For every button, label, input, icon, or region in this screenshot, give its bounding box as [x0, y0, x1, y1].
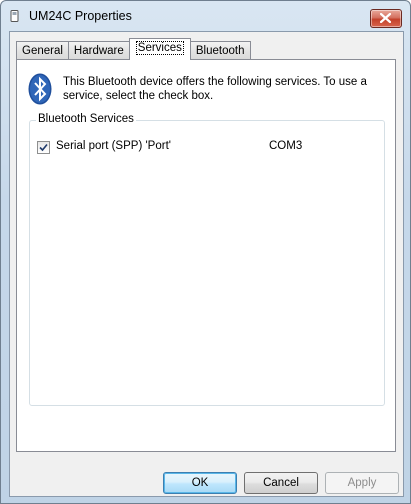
service-checkbox[interactable] [37, 141, 50, 154]
close-button[interactable] [370, 9, 402, 28]
service-name: Serial port (SPP) 'Port' [56, 140, 171, 152]
bluetooth-services-group: Bluetooth Services Serial port (SPP) 'Po… [29, 113, 385, 406]
service-row[interactable]: Serial port (SPP) 'Port' COM3 [37, 140, 377, 156]
ok-button[interactable]: OK [163, 472, 237, 494]
tab-services-label: Services [135, 41, 184, 55]
close-icon [380, 13, 391, 23]
window-title: UM24C Properties [29, 9, 132, 23]
tab-strip: General Hardware Services Bluetooth [16, 37, 251, 60]
tab-bluetooth[interactable]: Bluetooth [189, 41, 251, 60]
check-icon [39, 143, 48, 152]
device-icon [10, 10, 19, 22]
title-bar[interactable]: UM24C Properties [1, 1, 410, 31]
cancel-button[interactable]: Cancel [244, 472, 318, 494]
services-description: This Bluetooth device offers the followi… [63, 76, 367, 102]
apply-button[interactable]: Apply [325, 472, 399, 494]
dialog-body: General Hardware Services Bluetooth This… [9, 31, 404, 497]
service-port: COM3 [269, 140, 303, 152]
properties-window: UM24C Properties General Hardware Servic… [0, 0, 411, 504]
tab-general[interactable]: General [16, 41, 69, 60]
tab-hardware[interactable]: Hardware [67, 41, 130, 60]
bluetooth-icon [28, 73, 52, 105]
group-label: Bluetooth Services [36, 113, 136, 125]
services-panel: This Bluetooth device offers the followi… [16, 59, 396, 452]
tab-services[interactable]: Services [128, 38, 191, 60]
